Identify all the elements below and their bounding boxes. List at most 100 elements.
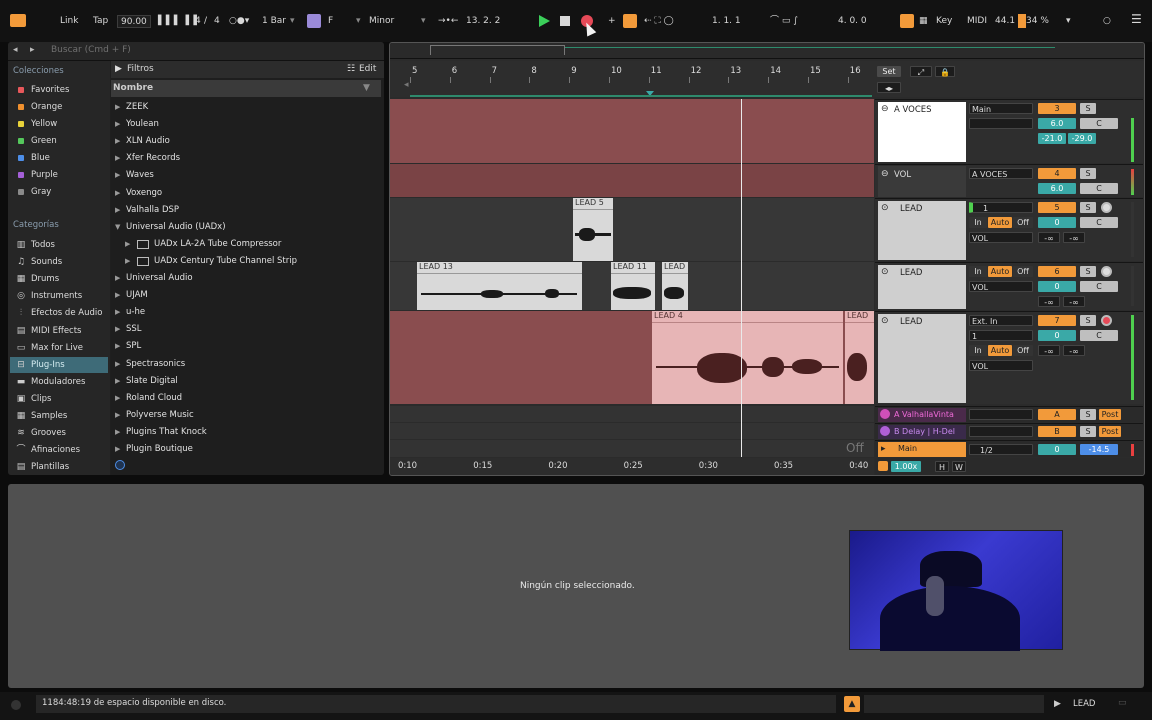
preview-icon[interactable] (115, 460, 125, 470)
file-item[interactable]: ▶ SPL (111, 338, 381, 355)
automation-param-select[interactable]: VOL (969, 281, 1033, 292)
pan-field[interactable]: C (1080, 217, 1118, 228)
collection-purple[interactable]: Purple (10, 167, 108, 183)
overdub-icon[interactable]: + (608, 15, 616, 28)
pan-field[interactable]: C (1080, 118, 1118, 129)
collection-gray[interactable]: Gray (10, 184, 108, 200)
category-midi-effects[interactable]: ▤ MIDI Effects (10, 323, 108, 339)
clip-lead-5[interactable]: LEAD 5 (573, 198, 613, 261)
main-output-select[interactable]: 1/2 (969, 444, 1033, 455)
disclosure-arrow-icon[interactable]: ▶ (115, 390, 120, 407)
file-item[interactable]: ▶ ZEEK (111, 99, 381, 116)
computer-keyboard-icon[interactable]: ▦ (919, 15, 928, 28)
post-button[interactable]: Post (1099, 409, 1121, 420)
disclosure-arrow-icon[interactable]: ▶ (125, 253, 130, 270)
overview-viewport[interactable] (430, 45, 565, 55)
disclosure-arrow-icon[interactable]: ▶ (115, 270, 120, 287)
automation-param-select[interactable]: VOL (969, 232, 1033, 243)
collection-favorites[interactable]: Favorites (10, 82, 108, 98)
forward-icon[interactable]: ▸ (30, 45, 35, 55)
output-sub-select[interactable] (969, 118, 1033, 129)
category-todos[interactable]: ▥ Todos (10, 237, 108, 253)
edit-filters-button[interactable]: Edit (359, 64, 376, 74)
arrangement-follow-icon[interactable]: →•← (438, 15, 458, 28)
loop-left-icon[interactable]: ◂ (404, 80, 409, 90)
filter-toggle-icon[interactable]: ▶ (115, 64, 122, 74)
track-activator[interactable]: 7 (1038, 315, 1076, 326)
quantize-select[interactable]: 1 Bar (262, 15, 286, 28)
disclosure-arrow-icon[interactable]: ▶ (115, 356, 120, 373)
return-header-b[interactable]: B Delay | H-Del B S Post (875, 423, 1143, 439)
scale-select[interactable]: Minor (369, 15, 394, 28)
back-icon[interactable]: ◂ (13, 45, 18, 55)
category-plantillas[interactable]: ▤ Plantillas (10, 459, 108, 475)
collection-green[interactable]: Green (10, 133, 108, 149)
send-a-field[interactable]: -∞ (1038, 296, 1060, 307)
track-lane-lead-2[interactable]: LEAD 13 LEAD 11 LEAD (390, 262, 874, 310)
track-header-lead-3[interactable]: ⊙ LEAD Ext. In 1 In Auto Off VOL 7 S 0 C -∞ -∞ (875, 311, 1143, 404)
scroll-arrows-icon[interactable]: ◂▸ (877, 82, 901, 93)
pan-field[interactable]: C (1080, 330, 1118, 341)
disclosure-arrow-icon[interactable]: ▶ (115, 304, 120, 321)
solo-button[interactable]: S (1080, 426, 1096, 437)
category-clips[interactable]: ▣ Clips (10, 391, 108, 407)
fold-icon[interactable]: ⊙ (881, 316, 889, 326)
solo-button[interactable]: S (1080, 266, 1096, 277)
monitor-off-button[interactable]: Off (1013, 345, 1033, 356)
disclosure-arrow-icon[interactable]: ▶ (115, 321, 120, 338)
link-button[interactable]: Link (60, 15, 78, 28)
disclosure-arrow-icon[interactable]: ▶ (115, 373, 120, 390)
lock-icon[interactable]: 🔒 (935, 66, 955, 77)
disclosure-arrow-icon[interactable]: ▶ (115, 167, 120, 184)
file-item[interactable]: ▶ Plugin Boutique (111, 441, 381, 458)
collection-yellow[interactable]: Yellow (10, 116, 108, 132)
clip-lead-small[interactable]: LEAD (662, 262, 688, 310)
key-map-button[interactable]: Key (936, 15, 952, 28)
solo-button[interactable]: S (1080, 409, 1096, 420)
time-signature-den[interactable]: 4 (214, 15, 220, 28)
automation-param-select[interactable]: VOL (969, 360, 1033, 371)
pan-field[interactable]: C (1080, 183, 1118, 194)
width-button[interactable]: W (952, 461, 966, 472)
monitor-off-button[interactable]: Off (1013, 217, 1033, 228)
volume-field[interactable]: 6.0 (1038, 118, 1076, 129)
return-routing-select[interactable] (969, 426, 1033, 437)
disclosure-arrow-icon[interactable]: ▶ (115, 424, 120, 441)
clip-lead-11[interactable]: LEAD 11 (611, 262, 655, 310)
track-play-icon[interactable]: ▶ (1054, 699, 1061, 709)
file-item[interactable]: ▶ Plugins That Knock (111, 424, 381, 441)
volume-field[interactable]: 6.0 (1038, 183, 1076, 194)
back-to-arrangement-icon[interactable]: ⇠ ⛶ ◯ (644, 15, 674, 28)
monitor-auto-button[interactable]: Auto (988, 217, 1012, 228)
track-lane-lead-3[interactable]: LEAD 4 LEAD (390, 311, 874, 404)
disclosure-arrow-icon[interactable]: ▶ (115, 407, 120, 424)
return-activator[interactable]: B (1038, 426, 1076, 437)
filter-label[interactable]: Filtros (127, 64, 154, 74)
pan-field[interactable]: C (1080, 281, 1118, 292)
main-fold-icon[interactable]: ▸ (881, 444, 886, 454)
solo-button[interactable]: S (1080, 103, 1096, 114)
disclosure-arrow-icon[interactable]: ▶ (115, 99, 120, 116)
time-ruler[interactable]: 0:10 0:15 0:20 0:25 0:30 0:35 0:40 (390, 458, 874, 475)
fold-icon[interactable]: ⊙ (881, 203, 889, 213)
return-name-a[interactable]: A ValhallaVintа (878, 408, 966, 422)
track-header-a-voces[interactable]: ⊖ A VOCES Main 3 S 6.0 C -21.0 -29.0 (875, 99, 1143, 163)
track-name-lead[interactable]: ⊙ LEAD (878, 265, 966, 309)
loop-start-field[interactable]: 1. 1. 1 (712, 15, 741, 28)
file-item[interactable]: ▶ Waves (111, 167, 381, 184)
track-header-lead-2[interactable]: ⊙ LEAD In Auto Off VOL 6 S 0 C -∞ -∞ (875, 262, 1143, 310)
disclosure-arrow-icon[interactable]: ▶ (115, 133, 120, 150)
disclosure-arrow-icon[interactable]: ▶ (125, 236, 130, 253)
scale-chevron-icon[interactable]: ▾ (421, 15, 426, 28)
post-button[interactable]: Post (1099, 426, 1121, 437)
zoom-readout[interactable]: 1.00x (891, 461, 921, 472)
return-lane-a[interactable] (390, 406, 874, 422)
sort-icon[interactable]: ▼ (363, 83, 370, 93)
scale-mode-icon[interactable] (307, 14, 321, 28)
main-name[interactable]: ▸ Main (878, 442, 966, 457)
file-item[interactable]: ▶ UADx Century Tube Channel Strip (111, 253, 381, 270)
monitor-off-button[interactable]: Off (1013, 266, 1033, 277)
file-item[interactable]: ▶ Universal Audio (111, 270, 381, 287)
category-grooves[interactable]: ≋ Grooves (10, 425, 108, 441)
return-header-a[interactable]: A ValhallaVintа A S Post (875, 406, 1143, 422)
